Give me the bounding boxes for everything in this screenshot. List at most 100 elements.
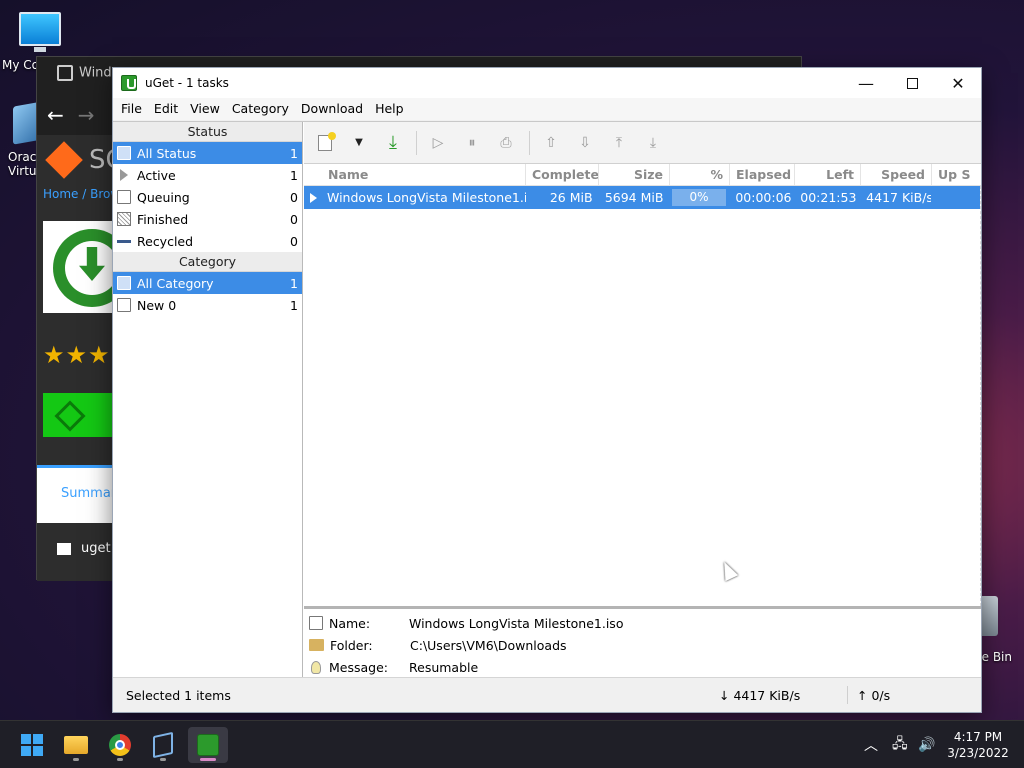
- menu-file[interactable]: File: [115, 98, 148, 120]
- taskbar-chrome[interactable]: [100, 727, 140, 763]
- download-arrow-icon: ⤓: [389, 132, 397, 153]
- move-up-button[interactable]: ⇧: [538, 130, 564, 156]
- menu-help[interactable]: Help: [369, 98, 410, 120]
- column-header-speed[interactable]: Speed: [861, 164, 932, 185]
- column-header-left[interactable]: Left: [795, 164, 861, 185]
- column-header-elapsed[interactable]: Elapsed: [730, 164, 795, 185]
- category-header[interactable]: Category: [113, 252, 302, 272]
- column-header-complete[interactable]: Complete: [526, 164, 599, 185]
- pause-icon: ⏸: [468, 134, 476, 151]
- network-icon[interactable]: 🖧: [892, 721, 908, 768]
- download-list-header: Name Complete Size % Elapsed Left Speed …: [304, 164, 981, 186]
- column-header-up-speed[interactable]: Up S: [932, 164, 981, 185]
- clock-time: 4:17 PM: [953, 730, 1003, 744]
- play-icon: [120, 169, 128, 181]
- sidebar-item-all-category[interactable]: All Category 1: [113, 272, 302, 294]
- detail-name-value: Windows LongVista Milestone1.iso: [409, 615, 624, 631]
- menu-category[interactable]: Category: [226, 98, 295, 120]
- play-icon: ▷: [432, 134, 444, 151]
- uget-window[interactable]: uGet - 1 tasks — ✕ File Edit View Catego…: [112, 67, 982, 713]
- sidebar-item-active[interactable]: Active 1: [113, 164, 302, 186]
- category-icon: [117, 276, 131, 290]
- taskbar-virtualbox[interactable]: [143, 727, 183, 763]
- properties-icon: ⎙: [500, 134, 512, 151]
- column-header-name[interactable]: Name: [304, 164, 526, 185]
- window-title: uGet - 1 tasks: [145, 76, 229, 90]
- new-file-icon: [318, 131, 336, 151]
- new-download-button[interactable]: [312, 130, 338, 156]
- move-up-icon: ⇧: [545, 134, 557, 151]
- sidebar-item-recycled[interactable]: Recycled 0: [113, 230, 302, 252]
- breadcrumb[interactable]: Home / Brow: [43, 187, 120, 201]
- start-button[interactable]: ▷: [425, 130, 451, 156]
- rating-stars: ★★★: [43, 341, 111, 369]
- volume-icon[interactable]: 🔊: [918, 721, 935, 768]
- pause-button[interactable]: ⏸: [459, 130, 485, 156]
- chrome-icon: [109, 734, 131, 756]
- move-down-button[interactable]: ⇩: [572, 130, 598, 156]
- cell-speed: 4417 KiB/s: [866, 190, 932, 205]
- move-top-icon: ⤒: [615, 134, 623, 151]
- upload-speed: ↑ 0/s: [857, 688, 891, 703]
- move-top-button[interactable]: ⤒: [606, 130, 632, 156]
- properties-button[interactable]: ⎙: [493, 130, 519, 156]
- system-clock[interactable]: 4:17 PM 3/23/2022: [940, 729, 1016, 761]
- sidebar-item-finished[interactable]: Finished 0: [113, 208, 302, 230]
- move-bottom-button[interactable]: ⤓: [640, 130, 666, 156]
- uget-app-icon: [121, 75, 137, 91]
- document-icon: [309, 616, 323, 630]
- detail-message-label: Message:: [329, 659, 388, 675]
- toolbar: ▼ ⤓ ▷ ⏸ ⎙ ⇧ ⇩ ⤒ ⤓: [304, 122, 981, 164]
- detail-message-value: Resumable: [409, 659, 479, 675]
- download-list[interactable]: Windows LongVista Milestone1.iso 26 MiB …: [304, 186, 981, 606]
- column-header-percent[interactable]: %: [670, 164, 730, 185]
- virtualbox-icon: [153, 731, 173, 759]
- play-icon: [310, 192, 317, 203]
- main-pane: ▼ ⤓ ▷ ⏸ ⎙ ⇧ ⇩ ⤒ ⤓ Name Complete Size % E…: [304, 122, 981, 697]
- windows-logo-icon: [21, 734, 43, 756]
- start-button[interactable]: [12, 727, 52, 763]
- table-row[interactable]: Windows LongVista Milestone1.iso 26 MiB …: [304, 186, 980, 209]
- sidebar: Status All Status 1 Active 1 Queuing 0 F…: [113, 122, 303, 678]
- maximize-button[interactable]: [889, 68, 935, 98]
- file-entry[interactable]: uget: [57, 541, 111, 556]
- file-icon: [57, 542, 71, 555]
- monitor-icon: [19, 12, 61, 52]
- taskbar: ︿ 🖧 🔊 4:17 PM 3/23/2022: [0, 720, 1024, 768]
- forward-arrow-icon[interactable]: →: [78, 103, 95, 127]
- taskbar-uget[interactable]: [188, 727, 228, 763]
- cell-name: Windows LongVista Milestone1.iso: [304, 186, 526, 209]
- recycle-icon: [117, 239, 131, 243]
- menu-view[interactable]: View: [184, 98, 226, 120]
- batch-download-button[interactable]: ⤓: [380, 130, 406, 156]
- download-speed: ↓ 4417 KiB/s: [719, 688, 801, 703]
- show-hidden-icons-button[interactable]: ︿: [864, 721, 878, 768]
- close-button[interactable]: ✕: [935, 68, 981, 98]
- toolbar-separator: [416, 130, 417, 155]
- desktop-icon-label: My Co: [2, 58, 39, 72]
- taskbar-file-explorer[interactable]: [56, 727, 96, 763]
- sidebar-item-all-status[interactable]: All Status 1: [113, 142, 302, 164]
- desktop-icon-my-computer[interactable]: My Co: [2, 8, 66, 72]
- detail-folder-value: C:\Users\VM6\Downloads: [410, 637, 567, 653]
- clock-date: 3/23/2022: [947, 746, 1009, 760]
- museum-icon: [57, 65, 73, 81]
- all-status-icon: [117, 146, 131, 160]
- sidebar-item-new-category[interactable]: New 0 1: [113, 294, 302, 316]
- chevron-up-icon: ︿: [864, 738, 878, 754]
- status-separator: [847, 686, 848, 704]
- move-down-icon: ⇩: [579, 134, 591, 151]
- sidebar-item-queuing[interactable]: Queuing 0: [113, 186, 302, 208]
- selected-count: Selected 1 items: [126, 688, 231, 703]
- chevron-down-icon: ▼: [355, 137, 363, 148]
- new-dropdown-button[interactable]: ▼: [346, 130, 372, 156]
- toolbar-separator: [529, 130, 530, 155]
- back-arrow-icon[interactable]: ←: [47, 103, 64, 127]
- minimize-button[interactable]: —: [843, 68, 889, 98]
- column-header-size[interactable]: Size: [599, 164, 670, 185]
- menu-download[interactable]: Download: [295, 98, 369, 120]
- status-header[interactable]: Status: [113, 122, 302, 142]
- folder-icon: [64, 736, 88, 754]
- title-bar[interactable]: uGet - 1 tasks — ✕: [113, 68, 981, 98]
- menu-edit[interactable]: Edit: [148, 98, 184, 120]
